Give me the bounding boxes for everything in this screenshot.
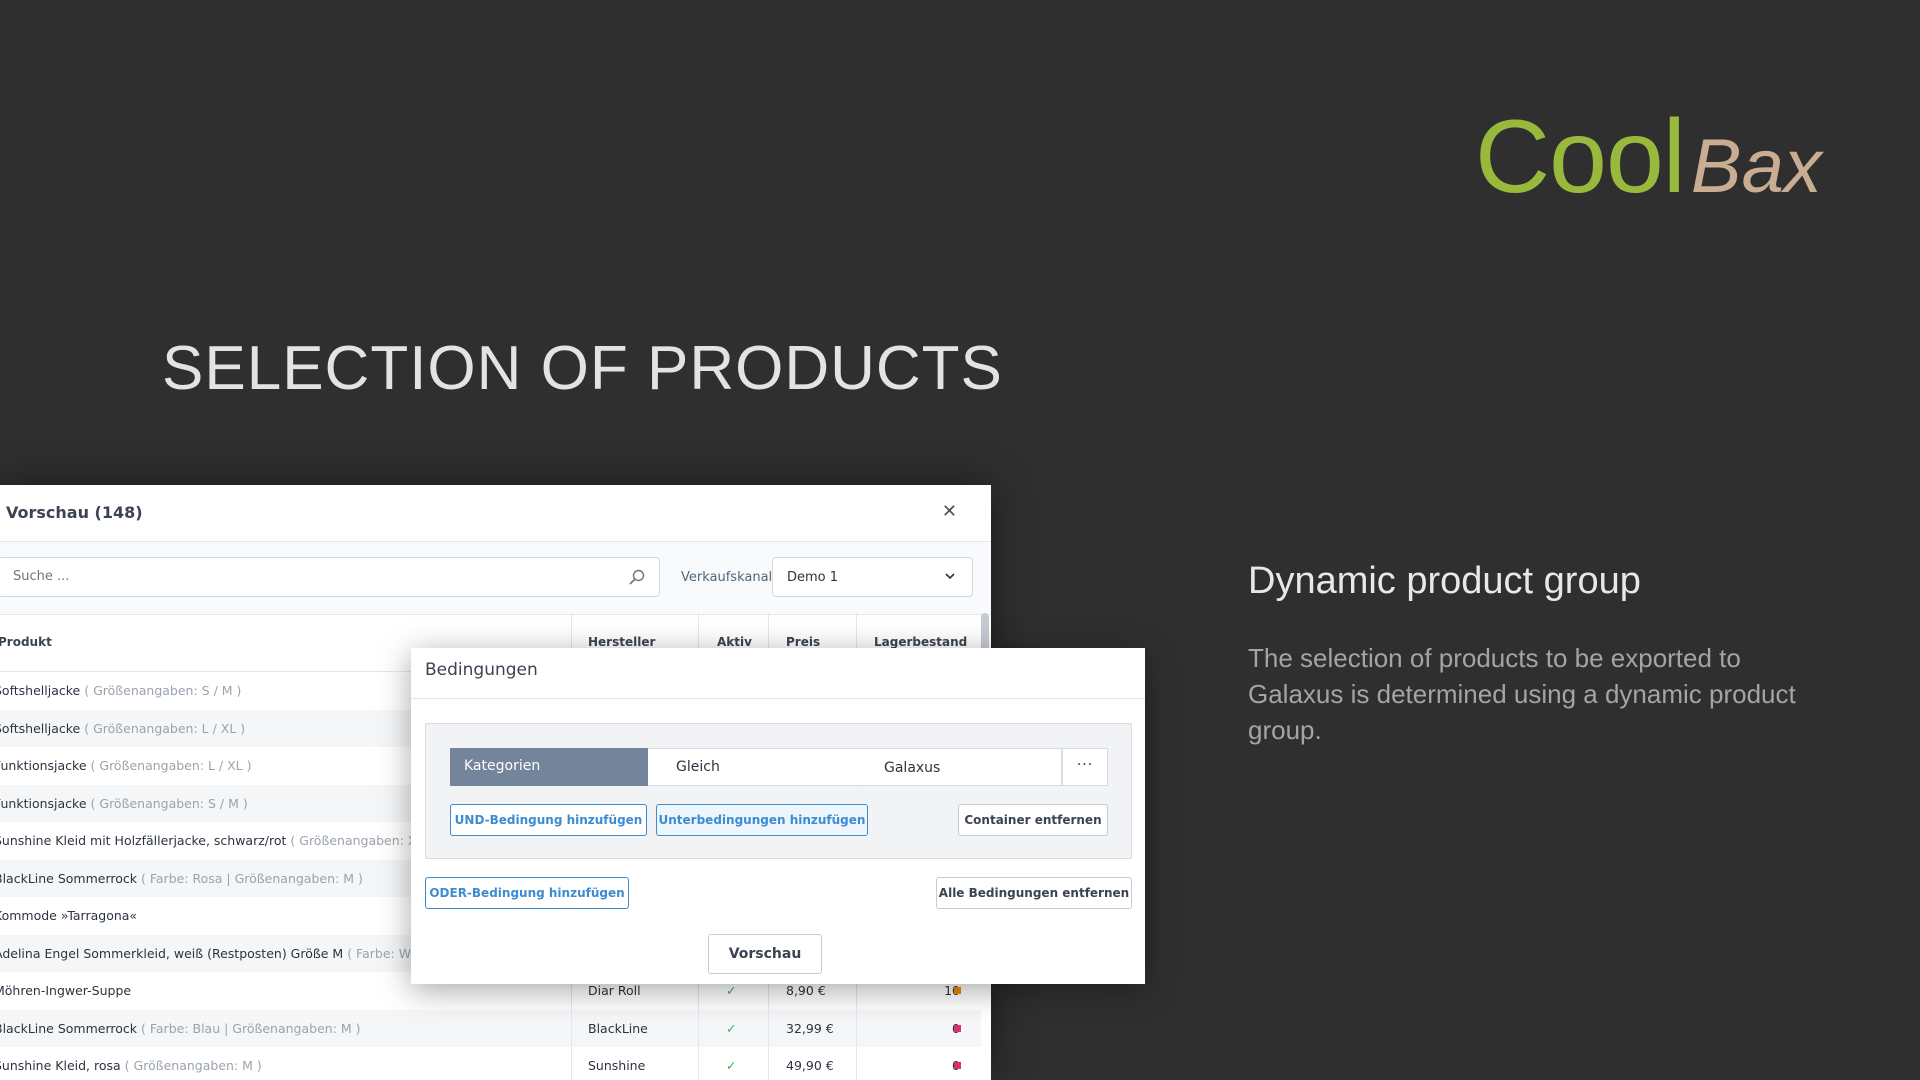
table-row[interactable]: Sunshine Kleid, rosa ( Größenangaben: M …: [0, 1047, 981, 1080]
feature-description: The selection of products to be exported…: [1248, 643, 1796, 745]
conditions-title: Bedingungen: [425, 660, 538, 680]
column-divider: [856, 1009, 857, 1047]
coolbax-logo: CoolBax: [1475, 98, 1822, 217]
field-select[interactable]: Kategorien: [450, 748, 672, 786]
stock-status-indicator: [954, 987, 961, 994]
search-input[interactable]: [11, 568, 615, 585]
preview-title: Vorschau (148): [6, 503, 143, 522]
column-divider: [698, 1047, 699, 1080]
product-cell: BlackLine Sommerrock ( Farbe: Rosa | Grö…: [0, 871, 363, 886]
add-or-condition-button[interactable]: ODER-Bedingung hinzufügen: [425, 877, 629, 909]
scrollbar-thumb[interactable]: [981, 613, 989, 653]
product-name: Kommode »Tarragona«: [0, 908, 138, 923]
add-and-condition-button[interactable]: UND-Bedingung hinzufügen: [450, 804, 647, 836]
condition-container: Kategorien Gleich Galaxus ··· UND-Beding…: [425, 723, 1132, 859]
product-name: Softshelljacke: [0, 683, 81, 698]
stock-status-indicator: [954, 1024, 961, 1032]
condition-rule: Kategorien Gleich Galaxus ···: [450, 748, 1108, 787]
manufacturer-cell: Sunshine: [588, 1058, 646, 1073]
price-cell: 49,90 €: [786, 1058, 834, 1073]
product-variant: ( Größenangaben: S / M ): [84, 683, 242, 698]
manufacturer-cell: Diar Roll: [588, 983, 641, 998]
sales-channel-label: Verkaufskanal: [681, 570, 773, 585]
product-name: Sunshine Kleid mit Holzfällerjacke, schw…: [0, 833, 287, 848]
column-product[interactable]: Produkt: [0, 635, 52, 649]
product-name: BlackLine Sommerrock: [0, 870, 138, 886]
column-divider: [571, 1009, 572, 1047]
slide-headline: SELECTION OF PRODUCTS: [162, 334, 1003, 403]
sales-channel-value: Demo 1: [787, 570, 839, 585]
value-text: Galaxus: [884, 760, 941, 776]
operator-value: Gleich: [676, 759, 720, 775]
price-cell: 8,90 €: [786, 983, 826, 998]
manufacturer-cell: BlackLine: [588, 1020, 648, 1036]
product-cell: Funktionsjacke ( Größenangaben: S / M ): [0, 796, 248, 811]
field-value: Kategorien: [464, 758, 541, 774]
column-divider: [698, 1009, 699, 1047]
column-active[interactable]: Aktiv: [717, 635, 752, 649]
product-name: BlackLine Sommerrock: [0, 1020, 138, 1036]
column-divider: [768, 1009, 769, 1047]
product-variant: ( Farbe: Blau | Größenangaben: M ): [141, 1020, 361, 1036]
product-cell: Sunshine Kleid mit Holzfällerjacke, schw…: [0, 833, 433, 848]
conditions-header: Bedingungen: [411, 648, 1145, 699]
product-variant: ( Größenangaben: L / XL ): [84, 720, 246, 736]
product-name: Möhren-Ingwer-Suppe: [0, 983, 132, 998]
active-check-icon: ✓: [726, 1058, 737, 1073]
preview-header: Vorschau (148) ✕: [0, 485, 991, 542]
column-divider: [856, 1047, 857, 1080]
remove-all-conditions-button[interactable]: Alle Bedingungen entfernen: [936, 877, 1132, 909]
product-cell: Möhren-Ingwer-Suppe: [0, 983, 131, 998]
active-check-icon: ✓: [726, 983, 737, 998]
column-divider: [768, 1047, 769, 1080]
product-name: Funktionsjacke: [0, 795, 87, 811]
column-divider: [571, 1047, 572, 1080]
add-subcondition-button[interactable]: Unterbedingungen hinzufügen: [656, 804, 868, 836]
more-icon: ···: [1076, 757, 1094, 773]
column-price[interactable]: Preis: [786, 635, 820, 649]
product-name: Adelina Engel Sommerkleid, weiß (Restpos…: [0, 945, 344, 961]
product-cell: Softshelljacke ( Größenangaben: L / XL ): [0, 721, 245, 736]
active-check-icon: ✓: [726, 1020, 737, 1036]
column-stock[interactable]: Lagerbestand: [874, 635, 967, 649]
remove-container-button[interactable]: Container entfernen: [958, 804, 1108, 836]
product-cell: Sunshine Kleid, rosa ( Größenangaben: M …: [0, 1058, 262, 1073]
product-variant: ( Größenangaben: M ): [124, 1058, 262, 1073]
product-name: Softshelljacke: [0, 720, 81, 736]
product-name: Sunshine Kleid, rosa: [0, 1058, 121, 1073]
product-variant: ( Farbe: Rosa | Größenangaben: M ): [141, 870, 363, 886]
column-manufacturer[interactable]: Hersteller: [588, 635, 655, 649]
product-variant: ( Größenangaben: L / XL ): [90, 758, 252, 773]
chevron-down-icon: [945, 573, 955, 580]
search-field[interactable]: [0, 557, 660, 597]
price-cell: 32,99 €: [786, 1020, 834, 1036]
logo-bax: Bax: [1690, 124, 1822, 209]
product-name: Funktionsjacke: [0, 758, 87, 773]
stock-status-indicator: [954, 1062, 961, 1069]
value-select[interactable]: Galaxus: [858, 748, 1062, 786]
preview-toolbar: Verkaufskanal Demo 1: [0, 542, 991, 615]
feature-title: Dynamic product group: [1248, 560, 1641, 602]
product-cell: Softshelljacke ( Größenangaben: S / M ): [0, 683, 241, 698]
product-cell: BlackLine Sommerrock ( Farbe: Blau | Grö…: [0, 1021, 361, 1036]
operator-select[interactable]: Gleich: [648, 748, 875, 787]
more-options-button[interactable]: ···: [1062, 748, 1108, 786]
product-variant: ( Größenangaben: S / M ): [90, 795, 248, 811]
conditions-modal: Bedingungen Kategorien Gleich Galaxus ··…: [411, 648, 1145, 984]
table-row[interactable]: BlackLine Sommerrock ( Farbe: Blau | Grö…: [0, 1009, 981, 1047]
preview-button[interactable]: Vorschau: [708, 934, 822, 974]
product-cell: Adelina Engel Sommerkleid, weiß (Restpos…: [0, 946, 429, 961]
logo-cool: Cool: [1475, 99, 1686, 215]
search-icon[interactable]: [629, 569, 645, 585]
close-icon[interactable]: ✕: [942, 501, 957, 522]
sales-channel-select[interactable]: Demo 1: [772, 557, 973, 597]
product-cell: Funktionsjacke ( Größenangaben: L / XL ): [0, 758, 251, 773]
product-cell: Kommode »Tarragona«: [0, 908, 137, 923]
